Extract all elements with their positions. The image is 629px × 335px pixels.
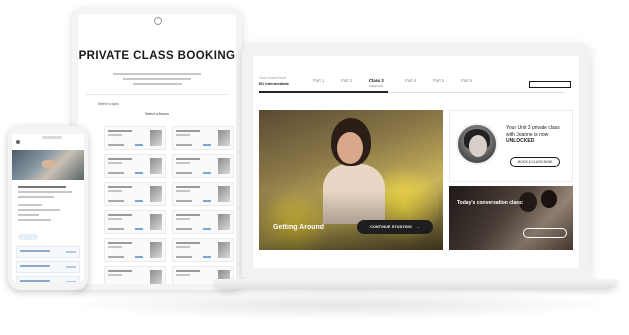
booking-page-title: PRIVATE CLASS BOOKING bbox=[78, 50, 236, 62]
lesson-card[interactable] bbox=[172, 126, 234, 150]
lesson-card[interactable] bbox=[172, 210, 234, 234]
laptop-device: Your current level B1 Intermediate Part … bbox=[242, 44, 590, 280]
book-class-button[interactable]: BOOK A CLASS NOW bbox=[510, 157, 560, 167]
topic-select[interactable]: Select a topic bbox=[98, 102, 119, 106]
phone-device bbox=[8, 126, 88, 290]
conversation-overlay bbox=[449, 186, 573, 250]
progress-fill bbox=[259, 91, 388, 93]
hero-lesson-title: Getting Around bbox=[273, 224, 325, 231]
phone-header bbox=[16, 140, 80, 150]
lesson-card[interactable] bbox=[104, 154, 166, 178]
lesson-thumbnail bbox=[150, 186, 162, 202]
menu-icon[interactable] bbox=[16, 140, 20, 145]
lesson-thumbnail bbox=[150, 130, 162, 146]
lesson-card[interactable] bbox=[172, 182, 234, 206]
tablet-screen: PRIVATE CLASS BOOKING Select a topic Sel… bbox=[78, 14, 236, 284]
phone-notch bbox=[42, 136, 62, 139]
phone-hero-image bbox=[12, 150, 84, 180]
list-item[interactable] bbox=[16, 261, 80, 273]
join-conversation-button[interactable] bbox=[523, 228, 567, 238]
class-step[interactable]: Part 1 bbox=[313, 78, 324, 83]
lesson-thumbnail bbox=[218, 186, 230, 202]
lesson-card[interactable] bbox=[104, 126, 166, 150]
lesson-thumbnail bbox=[218, 158, 230, 174]
class-step[interactable]: Class 34 days left bbox=[369, 78, 384, 88]
class-step[interactable]: Part 2 bbox=[341, 78, 352, 83]
unlock-message-text: Your Unit 3 private class with Joanne is… bbox=[506, 125, 560, 138]
arrow-right-icon: → bbox=[415, 225, 420, 229]
list-item[interactable] bbox=[16, 276, 80, 282]
lesson-card[interactable] bbox=[104, 210, 166, 234]
tutor-avatar bbox=[456, 123, 498, 165]
class-step-duration: 4 days left bbox=[369, 84, 383, 88]
lesson-thumbnail bbox=[150, 158, 162, 174]
phone-badge bbox=[18, 234, 38, 240]
lesson-hero: Getting Around CONTINUE STUDYING → bbox=[259, 110, 443, 250]
private-class-card: Your Unit 3 private class with Joanne is… bbox=[449, 110, 573, 182]
list-item[interactable] bbox=[16, 246, 80, 258]
laptop-base bbox=[214, 279, 618, 289]
continue-studying-button[interactable]: CONTINUE STUDYING → bbox=[357, 220, 433, 234]
class-step[interactable]: Part 4 bbox=[405, 78, 416, 83]
schedule-button[interactable] bbox=[529, 81, 571, 88]
lesson-card[interactable] bbox=[104, 182, 166, 206]
current-level-value: B1 Intermediate bbox=[259, 81, 290, 86]
lesson-card[interactable] bbox=[104, 266, 166, 284]
device-showcase: PRIVATE CLASS BOOKING Select a topic Sel… bbox=[0, 0, 629, 335]
lesson-card[interactable] bbox=[172, 154, 234, 178]
lesson-section-label: Select a lesson bbox=[145, 112, 169, 116]
class-step[interactable]: Part 5 bbox=[433, 78, 444, 83]
hero-hand bbox=[42, 160, 56, 168]
phone-lesson-list bbox=[16, 246, 80, 282]
lesson-thumbnail bbox=[218, 242, 230, 258]
phone-lesson-text bbox=[18, 186, 78, 224]
card-tabs bbox=[506, 115, 512, 117]
conversation-title: Today's conversation class: bbox=[457, 200, 524, 206]
class-step[interactable]: Part 6 bbox=[461, 78, 472, 83]
laptop-screen: Your current level B1 Intermediate Part … bbox=[253, 56, 579, 268]
current-level: Your current level B1 Intermediate bbox=[259, 76, 299, 86]
lesson-thumbnail bbox=[150, 242, 162, 258]
lesson-thumbnail bbox=[218, 214, 230, 230]
divider bbox=[86, 94, 228, 95]
conversation-class-card: Today's conversation class: bbox=[449, 186, 573, 250]
lesson-thumbnail bbox=[150, 270, 162, 284]
continue-studying-label: CONTINUE STUDYING bbox=[370, 225, 412, 229]
tablet-device: PRIVATE CLASS BOOKING Select a topic Sel… bbox=[72, 8, 242, 290]
phone-screen bbox=[12, 134, 84, 282]
lesson-thumbnail bbox=[150, 214, 162, 230]
floor-shadow bbox=[60, 290, 620, 320]
unlock-message: Your Unit 3 private class with Joanne is… bbox=[506, 125, 568, 145]
booking-page-description bbox=[108, 70, 206, 88]
unlock-status: UNLOCKED bbox=[506, 138, 535, 144]
lesson-grid bbox=[104, 126, 234, 284]
current-level-label: Your current level bbox=[259, 76, 287, 80]
lesson-card[interactable] bbox=[104, 238, 166, 262]
lesson-thumbnail bbox=[218, 130, 230, 146]
brand-logo-icon bbox=[154, 17, 162, 25]
tutor-face bbox=[469, 135, 487, 157]
lesson-card[interactable] bbox=[172, 238, 234, 262]
hero-person-face bbox=[337, 132, 363, 164]
